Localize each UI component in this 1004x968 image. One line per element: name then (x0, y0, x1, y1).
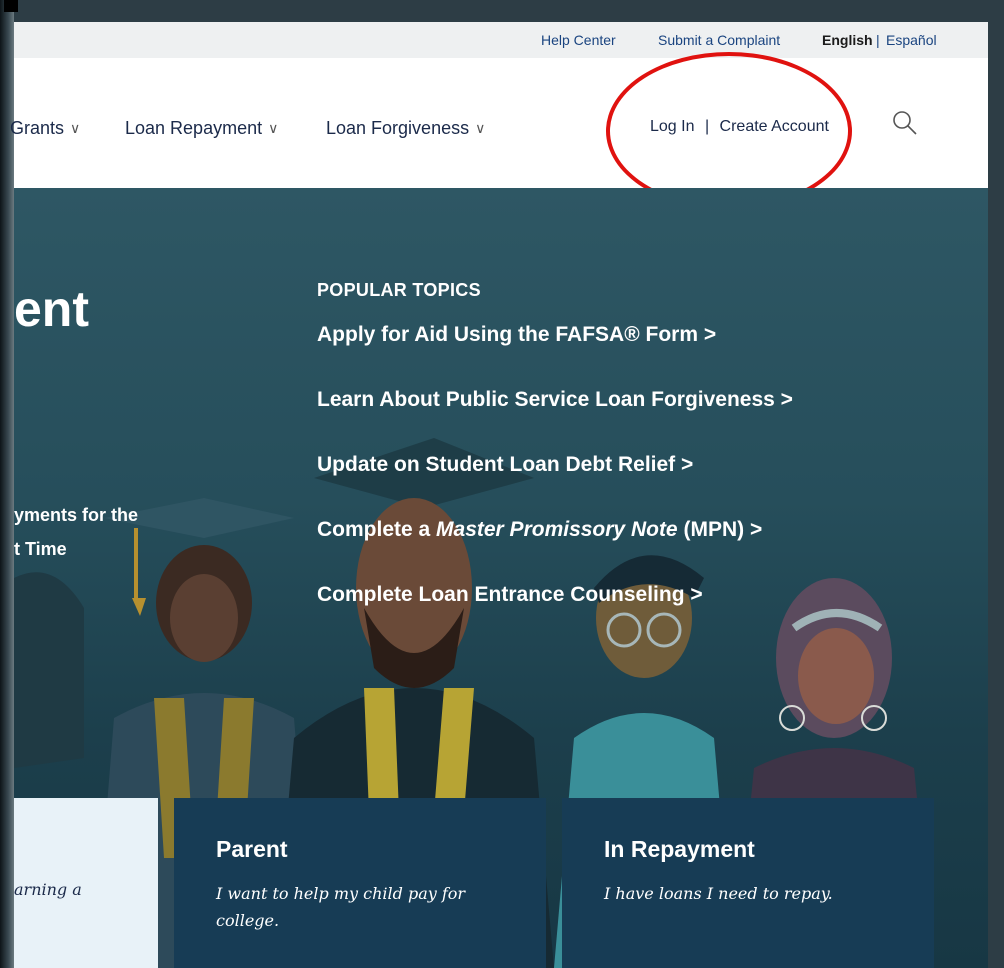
topic-mpn-suffix: (MPN) > (677, 518, 763, 541)
repayment-card-description: I have loans I need to repay. (604, 884, 833, 903)
topic-mpn-prefix: Complete a (317, 518, 437, 541)
nav-grants-label: Grants (10, 118, 65, 138)
nav-loan-forgiveness[interactable]: Loan Forgiveness ∨ (326, 118, 485, 139)
auth-links: Log In | Create Account (650, 118, 829, 136)
auth-separator: | (704, 118, 710, 135)
topic-debt-relief-link[interactable]: Update on Student Loan Debt Relief > (317, 453, 793, 518)
window-left-edge (0, 0, 14, 968)
hero-subtitle-line1: yments for the (14, 505, 139, 525)
topic-pslf-link[interactable]: Learn About Public Service Loan Forgiven… (317, 388, 793, 453)
popular-topics-heading: POPULAR TOPICS (317, 280, 481, 300)
help-center-link[interactable]: Help Center (541, 32, 616, 48)
main-navigation: Grants ∨ Loan Repayment ∨ Loan Forgivene… (10, 52, 988, 210)
student-card-text: arning a (14, 880, 82, 899)
nav-loan-repayment[interactable]: Loan Repayment ∨ (125, 118, 278, 139)
topic-entrance-counseling-link[interactable]: Complete Loan Entrance Counseling > (317, 583, 793, 648)
repayment-card[interactable]: In Repayment I have loans I need to repa… (562, 798, 934, 968)
search-icon[interactable] (892, 110, 918, 136)
language-separator: | (876, 32, 880, 48)
chevron-down-icon: ∨ (475, 120, 486, 136)
submit-complaint-link[interactable]: Submit a Complaint (658, 32, 780, 48)
hero-title: ent (14, 281, 89, 337)
log-in-link[interactable]: Log In (650, 118, 694, 135)
popular-topics: POPULAR TOPICS Apply for Aid Using the F… (317, 280, 793, 648)
nav-grants[interactable]: Grants ∨ (10, 118, 80, 139)
chevron-down-icon: ∨ (268, 120, 279, 136)
window-corner (4, 0, 18, 12)
parent-card[interactable]: Parent I want to help my child pay for c… (174, 798, 546, 968)
topic-mpn-italic: Master Promissory Note (436, 518, 678, 541)
topic-fafsa-link[interactable]: Apply for Aid Using the FAFSA® Form > (317, 323, 793, 388)
student-card[interactable]: arning a (14, 798, 158, 968)
create-account-link[interactable]: Create Account (720, 118, 829, 135)
hero-subtitle-line2: t Time (14, 539, 67, 559)
english-link[interactable]: English (822, 32, 873, 48)
topic-mpn-link[interactable]: Complete a Master Promissory Note (MPN) … (317, 518, 793, 583)
nav-loan-repayment-label: Loan Repayment (125, 118, 263, 138)
repayment-card-title: In Repayment (604, 836, 755, 862)
parent-card-title: Parent (216, 836, 288, 862)
hero-subtitle: yments for the t Time (14, 498, 138, 566)
chevron-down-icon: ∨ (70, 120, 81, 136)
nav-loan-forgiveness-label: Loan Forgiveness (326, 118, 470, 138)
parent-card-description: I want to help my child pay for college. (216, 884, 466, 930)
utility-bar: Help Center Submit a Complaint English |… (14, 22, 988, 58)
espanol-link[interactable]: Español (886, 32, 937, 48)
hero-section: ent yments for the t Time POPULAR TOPICS… (14, 188, 988, 968)
